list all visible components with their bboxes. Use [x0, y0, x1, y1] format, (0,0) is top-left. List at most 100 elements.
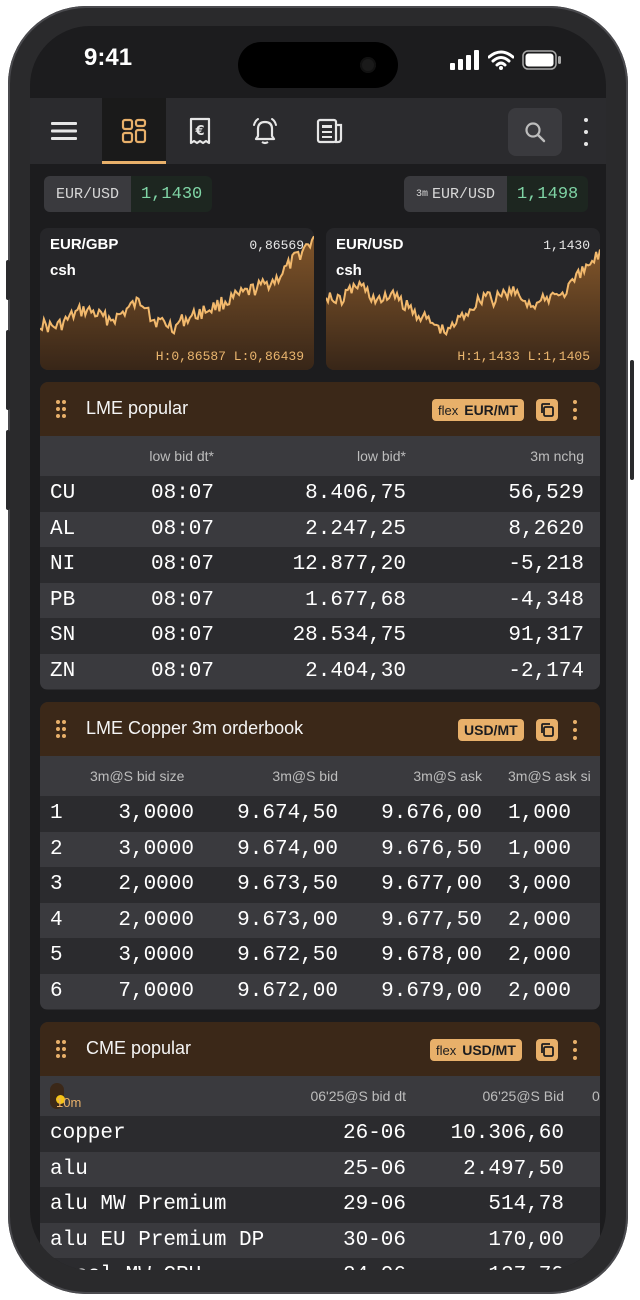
- unit-toggle-button[interactable]: USD/MT: [458, 719, 524, 741]
- tab-news[interactable]: [298, 98, 362, 164]
- table-cell: 9.672,50: [237, 944, 338, 967]
- sparkline-eurgbp[interactable]: EUR/GBP csh 0,86569 H:0,86587 L:0,86439: [40, 228, 314, 370]
- table-cell: 3,000: [508, 873, 572, 896]
- column-header[interactable]: low bid dt*: [149, 448, 214, 464]
- drag-handle-icon[interactable]: [56, 400, 66, 418]
- unit-label: USD/MT: [464, 722, 518, 738]
- sparkline-high-low: H:0,86587 L:0,86439: [155, 349, 304, 364]
- drag-handle-icon[interactable]: [56, 720, 66, 738]
- table-cell: 3,0000: [118, 802, 194, 825]
- copy-icon: [541, 1043, 554, 1057]
- unit-toggle-button[interactable]: flex USD/MT: [430, 1039, 522, 1061]
- panel-menu-button[interactable]: [572, 1040, 578, 1060]
- table-header: 10m 06'25@S bid dt 06'25@S Bid 0: [40, 1076, 600, 1116]
- table-row[interactable]: NI 08:07 12.877,20 -5,218: [40, 547, 600, 583]
- status-bar: 9:41: [30, 26, 606, 98]
- table-cell: 3,0000: [118, 837, 194, 861]
- battery-icon: [522, 50, 561, 70]
- table-cell: 1: [50, 802, 63, 825]
- sparkline-last: 1,1430: [543, 238, 590, 253]
- table-cell: 24-06: [343, 1264, 406, 1270]
- fx-pill-value: 1,1498: [507, 176, 589, 212]
- search-button[interactable]: [508, 108, 562, 156]
- wifi-icon: [488, 50, 514, 70]
- menu-button[interactable]: [32, 98, 96, 164]
- table-cell: 28.534,75: [292, 624, 406, 647]
- bell-icon: [253, 118, 277, 145]
- table-cell: 9.674,50: [237, 802, 338, 825]
- table-cell: 1,000: [508, 837, 572, 861]
- copy-button[interactable]: [536, 719, 558, 741]
- column-header[interactable]: 3m@S ask: [413, 768, 482, 784]
- table-cell: 2.404,30: [305, 659, 406, 683]
- table-cell: 8,2620: [508, 517, 584, 541]
- panel-menu-button[interactable]: [572, 720, 578, 740]
- table-row[interactable]: 4 2,0000 9.673,00 9.677,50 2,000: [40, 902, 600, 938]
- table-cell: 2,0000: [118, 873, 194, 896]
- table-row[interactable]: 1 3,0000 9.674,50 9.676,00 1,000: [40, 796, 600, 832]
- panel-header: LME Copper 3m orderbook USD/MT: [40, 702, 600, 756]
- panel-lme-copper-orderbook: LME Copper 3m orderbook USD/MT 3m@S bid …: [40, 702, 600, 1010]
- column-header[interactable]: low bid*: [357, 448, 406, 464]
- search-icon: [525, 122, 546, 143]
- table-body: copper 26-06 10.306,60 alu 25-06 2.497,50 alu …: [40, 1116, 600, 1270]
- table-row[interactable]: 6 7,0000 9.672,00 9.679,00 2,000: [40, 973, 600, 1009]
- table-row[interactable]: 2 3,0000 9.674,00 9.676,50 1,000: [40, 831, 600, 867]
- table-row[interactable]: AL 08:07 2.247,25 8,2620: [40, 511, 600, 547]
- tab-alerts[interactable]: [233, 98, 297, 164]
- column-header[interactable]: 3m@S bid: [272, 768, 338, 784]
- column-header[interactable]: 06'25@S Bid: [483, 1088, 565, 1104]
- panel-menu-button[interactable]: [572, 400, 578, 420]
- status-time: 9:41: [84, 44, 133, 71]
- table-cell: 1.677,68: [305, 588, 406, 612]
- tab-prices[interactable]: €: [168, 98, 232, 164]
- panel-header: LME popular flex EUR/MT: [40, 382, 600, 436]
- table-cell: 08:07: [150, 624, 214, 647]
- copy-button[interactable]: [536, 399, 558, 421]
- phone-side-button: [6, 330, 10, 410]
- refresh-interval-badge[interactable]: 10m: [50, 1083, 81, 1110]
- column-header[interactable]: 3m nchg: [530, 448, 584, 464]
- sparkline-eurusd[interactable]: EUR/USD csh 1,1430 H:1,1433 L:1,1405: [326, 228, 600, 370]
- signal-icon: [450, 50, 479, 70]
- table-row[interactable]: ZN 08:07 2.404,30 -2,174: [40, 653, 600, 689]
- copy-button[interactable]: [536, 1039, 558, 1061]
- table-row[interactable]: CU 08:07 8.406,75 56,529: [40, 476, 600, 512]
- sparkline-sub: csh: [50, 262, 76, 279]
- table-cell: 9.677,50: [381, 908, 482, 932]
- table-row[interactable]: alu EU Premium DP 30-06 170,00: [40, 1222, 600, 1258]
- table-row[interactable]: steel MW CRU 24-06 137,70: [40, 1258, 600, 1270]
- table-body: CU 08:07 8.406,75 56,529 AL 08:07 2.247,25 8,26…: [40, 476, 600, 689]
- table-row[interactable]: alu MW Premium 29-06 514,78: [40, 1187, 600, 1223]
- table-cell: 08:07: [150, 588, 214, 612]
- column-header[interactable]: 0: [592, 1088, 600, 1104]
- table-row[interactable]: PB 08:07 1.677,68 -4,348: [40, 582, 600, 618]
- phone-side-button: [630, 360, 634, 480]
- more-options-button[interactable]: [578, 118, 594, 146]
- table-cell: SN: [50, 624, 76, 647]
- fx-pill-spot[interactable]: EUR/USD 1,1430: [44, 176, 213, 212]
- fx-pill-value: 1,1430: [131, 176, 213, 212]
- tab-dashboard[interactable]: [102, 98, 166, 164]
- table-row[interactable]: alu 25-06 2.497,50: [40, 1151, 600, 1187]
- table-cell: 08:07: [150, 517, 214, 541]
- panel-title: LME Copper 3m orderbook: [86, 718, 304, 738]
- unit-toggle-button[interactable]: flex EUR/MT: [432, 399, 524, 421]
- table-cell: alu EU Premium DP: [50, 1228, 265, 1252]
- table-row[interactable]: 3 2,0000 9.673,50 9.677,00 3,000: [40, 867, 600, 903]
- drag-handle-icon[interactable]: [56, 1040, 66, 1058]
- copy-icon: [541, 403, 554, 417]
- table-row[interactable]: copper 26-06 10.306,60: [40, 1116, 600, 1152]
- column-header[interactable]: 3m@S ask si: [508, 768, 591, 784]
- column-header[interactable]: 3m@S bid size: [90, 768, 184, 784]
- column-header[interactable]: 06'25@S bid dt: [310, 1088, 406, 1104]
- fx-pill-3m[interactable]: 3m EUR/USD 1,1498: [404, 176, 589, 212]
- table-cell: 08:07: [150, 659, 214, 683]
- table-cell: 6: [50, 979, 63, 1003]
- table-row[interactable]: 5 3,0000 9.672,50 9.678,00 2,000: [40, 938, 600, 974]
- table-row[interactable]: SN 08:07 28.534,75 91,317: [40, 618, 600, 654]
- unit-flex-label: flex: [438, 402, 459, 418]
- table-cell: 9.678,00: [381, 944, 482, 967]
- fx-pill-prefix: 3m: [416, 188, 429, 200]
- sparkline-name: EUR/USD: [336, 236, 404, 253]
